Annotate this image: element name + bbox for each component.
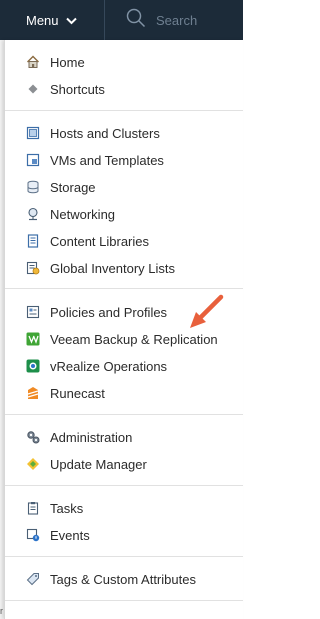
policies-profiles-icon [26, 305, 40, 319]
menu-item-label: VMs and Templates [50, 152, 164, 168]
menu-item-label: Shortcuts [50, 81, 105, 97]
menu-button-label: Menu [26, 12, 59, 28]
menu-item-hosts-and-clusters[interactable]: Hosts and Clusters [26, 123, 160, 143]
menu-item-label: Global Inventory Lists [50, 260, 176, 276]
tag-icon [26, 572, 40, 586]
veeam-icon [26, 332, 40, 346]
storage-icon [26, 180, 40, 194]
search-placeholder: Search [156, 12, 198, 28]
menu-item-update-manager[interactable]: Update Manager [26, 454, 147, 474]
menu-divider [5, 110, 243, 111]
menu-divider [5, 485, 243, 486]
menu-item-label: vRealize Operations [50, 358, 168, 374]
shortcuts-icon [26, 82, 40, 96]
content-library-icon [26, 234, 40, 248]
tasks-clipboard-icon [26, 501, 40, 515]
vrealize-icon [26, 359, 40, 373]
menu-item-label: Content Libraries [50, 233, 149, 249]
menu-item-content-libraries[interactable]: Content Libraries [26, 231, 149, 251]
menu-divider [5, 414, 243, 415]
partial-background-text: r [0, 606, 3, 616]
menu-item-events[interactable]: Events [26, 525, 90, 545]
menu-item-tags-custom-attributes[interactable]: Tags & Custom Attributes [26, 569, 196, 589]
chevron-down-icon [65, 13, 77, 28]
menu-item-label: Networking [50, 206, 116, 222]
menu-divider [5, 600, 243, 601]
menu-item-vrealize-operations[interactable]: vRealize Operations [26, 356, 167, 376]
networking-icon [26, 207, 40, 221]
menu-divider [5, 288, 243, 289]
top-navigation-bar: Menu Search [0, 0, 243, 40]
events-icon [26, 528, 40, 542]
menu-item-label: Policies and Profiles [50, 304, 168, 320]
menu-item-policies-and-profiles[interactable]: Policies and Profiles [26, 302, 167, 322]
search-icon [126, 8, 146, 33]
menu-item-vms-and-templates[interactable]: VMs and Templates [26, 150, 164, 170]
menu-item-administration[interactable]: Administration [26, 427, 132, 447]
menu-item-label: Tasks [50, 500, 84, 516]
menu-button[interactable]: Menu [0, 0, 104, 40]
menu-item-label: Hosts and Clusters [50, 125, 160, 141]
search-box[interactable]: Search [105, 0, 243, 40]
menu-item-home[interactable]: Home [26, 52, 85, 72]
menu-item-storage[interactable]: Storage [26, 177, 96, 197]
menu-item-networking[interactable]: Networking [26, 204, 115, 224]
global-inventory-icon [26, 261, 40, 275]
menu-divider [5, 556, 243, 557]
hosts-clusters-icon [26, 126, 40, 140]
menu-item-label: Runecast [50, 385, 105, 401]
runecast-icon [26, 386, 40, 400]
menu-item-tasks[interactable]: Tasks [26, 498, 83, 518]
annotation-arrow-icon [186, 292, 226, 337]
administration-gear-icon [26, 430, 40, 444]
home-icon [26, 55, 40, 69]
menu-item-label: Administration [50, 429, 133, 445]
update-manager-icon [26, 457, 40, 471]
menu-item-runecast[interactable]: Runecast [26, 383, 105, 403]
menu-item-label: Tags & Custom Attributes [50, 571, 196, 587]
vms-templates-icon [26, 153, 40, 167]
menu-item-label: Events [50, 527, 90, 543]
menu-item-shortcuts[interactable]: Shortcuts [26, 79, 105, 99]
menu-item-label: Update Manager [50, 456, 147, 472]
menu-item-label: Storage [50, 179, 96, 195]
menu-item-global-inventory-lists[interactable]: Global Inventory Lists [26, 258, 175, 278]
menu-item-label: Home [50, 54, 85, 70]
